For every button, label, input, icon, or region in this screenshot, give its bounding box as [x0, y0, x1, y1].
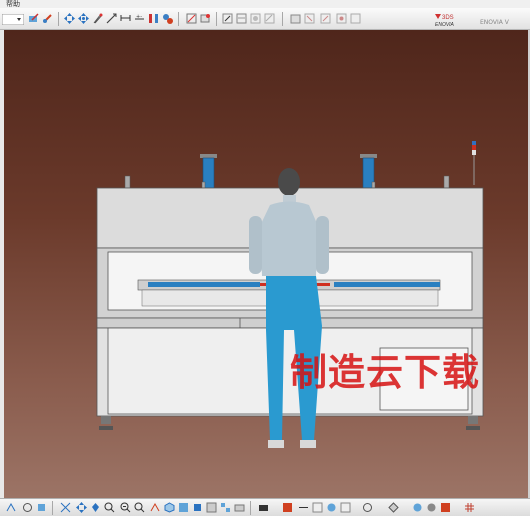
menu-help[interactable]: 帮助 — [6, 0, 20, 8]
machine-feet — [99, 416, 480, 430]
swap-visible-icon[interactable] — [206, 502, 217, 513]
multi-view-icon[interactable] — [220, 502, 231, 513]
distance-icon[interactable] — [298, 502, 309, 513]
iso-view-icon[interactable] — [164, 502, 175, 513]
toolbar-separator — [52, 501, 53, 515]
product-icon[interactable] — [250, 13, 261, 24]
update-icon[interactable] — [336, 13, 347, 24]
svg-text:+-: +- — [136, 14, 142, 20]
ground-icon[interactable] — [304, 13, 315, 24]
watermark-text: 制造云下载 — [290, 351, 480, 394]
snapshot-icon[interactable] — [326, 502, 337, 513]
parts-icon[interactable] — [162, 13, 173, 24]
3d-viewport[interactable]: 制造云下载 — [4, 30, 528, 498]
zoom-in-icon[interactable] — [104, 502, 115, 513]
zoom-in-icon[interactable] — [134, 502, 145, 513]
machine-scene — [96, 141, 484, 448]
grid-icon[interactable] — [464, 502, 475, 513]
measure-item-icon[interactable] — [186, 13, 197, 24]
camera-icon[interactable] — [440, 502, 451, 513]
brand-label: ENOVIA V — [480, 19, 509, 26]
capture-icon[interactable] — [222, 13, 233, 24]
shading-icon[interactable] — [178, 502, 189, 513]
constraint-icon[interactable]: +- — [134, 13, 145, 24]
render-icon[interactable] — [426, 502, 437, 513]
cube-icon[interactable] — [362, 502, 373, 513]
menu-bar: 帮助 — [0, 0, 530, 8]
catalog-icon[interactable] — [340, 502, 351, 513]
update-icon[interactable] — [148, 13, 159, 24]
camera-icon[interactable] — [234, 502, 245, 513]
toolbar-separator — [282, 12, 283, 26]
fit-all-icon[interactable] — [60, 502, 71, 513]
fly-icon[interactable] — [6, 502, 17, 513]
save-icon[interactable] — [412, 502, 423, 513]
pan-icon[interactable] — [76, 502, 87, 513]
compare-icon[interactable] — [350, 13, 361, 24]
enovia-logo: 3DS ENOVIA — [435, 14, 455, 28]
copy-icon[interactable] — [264, 13, 275, 24]
snap-icon[interactable] — [106, 13, 117, 24]
pan-icon[interactable] — [64, 13, 75, 24]
measure-icon[interactable] — [42, 13, 53, 24]
toolbar-separator — [58, 12, 59, 26]
swap-icon[interactable] — [200, 13, 211, 24]
toolbar-separator — [216, 12, 217, 26]
svg-text:3DS: 3DS — [442, 15, 454, 21]
explode-icon[interactable] — [36, 502, 47, 513]
move-icon[interactable] — [78, 13, 89, 24]
signal-tower — [472, 141, 476, 185]
rotate-icon[interactable] — [22, 502, 33, 513]
dropdown-icon[interactable] — [2, 14, 24, 25]
dimension-icon[interactable] — [120, 13, 131, 24]
svg-text:ENOVIA: ENOVIA — [435, 22, 455, 28]
toolbar-bottom — [0, 498, 530, 516]
paste-icon[interactable] — [290, 13, 301, 24]
normal-view-icon[interactable] — [150, 502, 161, 513]
hide-show-icon[interactable] — [192, 502, 203, 513]
toolbar-top: +- 3DS ENOVIA ENOVIA V — [0, 8, 530, 30]
toolbar-separator — [250, 501, 251, 515]
sketch-icon[interactable] — [28, 13, 39, 24]
clash-icon[interactable] — [282, 502, 293, 513]
zoom-out-icon[interactable] — [120, 502, 131, 513]
toolbar-separator — [178, 12, 179, 26]
measure-item-icon[interactable] — [320, 13, 331, 24]
sectioning-icon[interactable] — [258, 502, 269, 513]
compare-icon[interactable] — [236, 13, 247, 24]
annotation-icon[interactable] — [312, 502, 323, 513]
rotate-view-icon[interactable] — [90, 502, 101, 513]
render-icon[interactable] — [388, 502, 399, 513]
compass-icon[interactable] — [92, 13, 103, 24]
